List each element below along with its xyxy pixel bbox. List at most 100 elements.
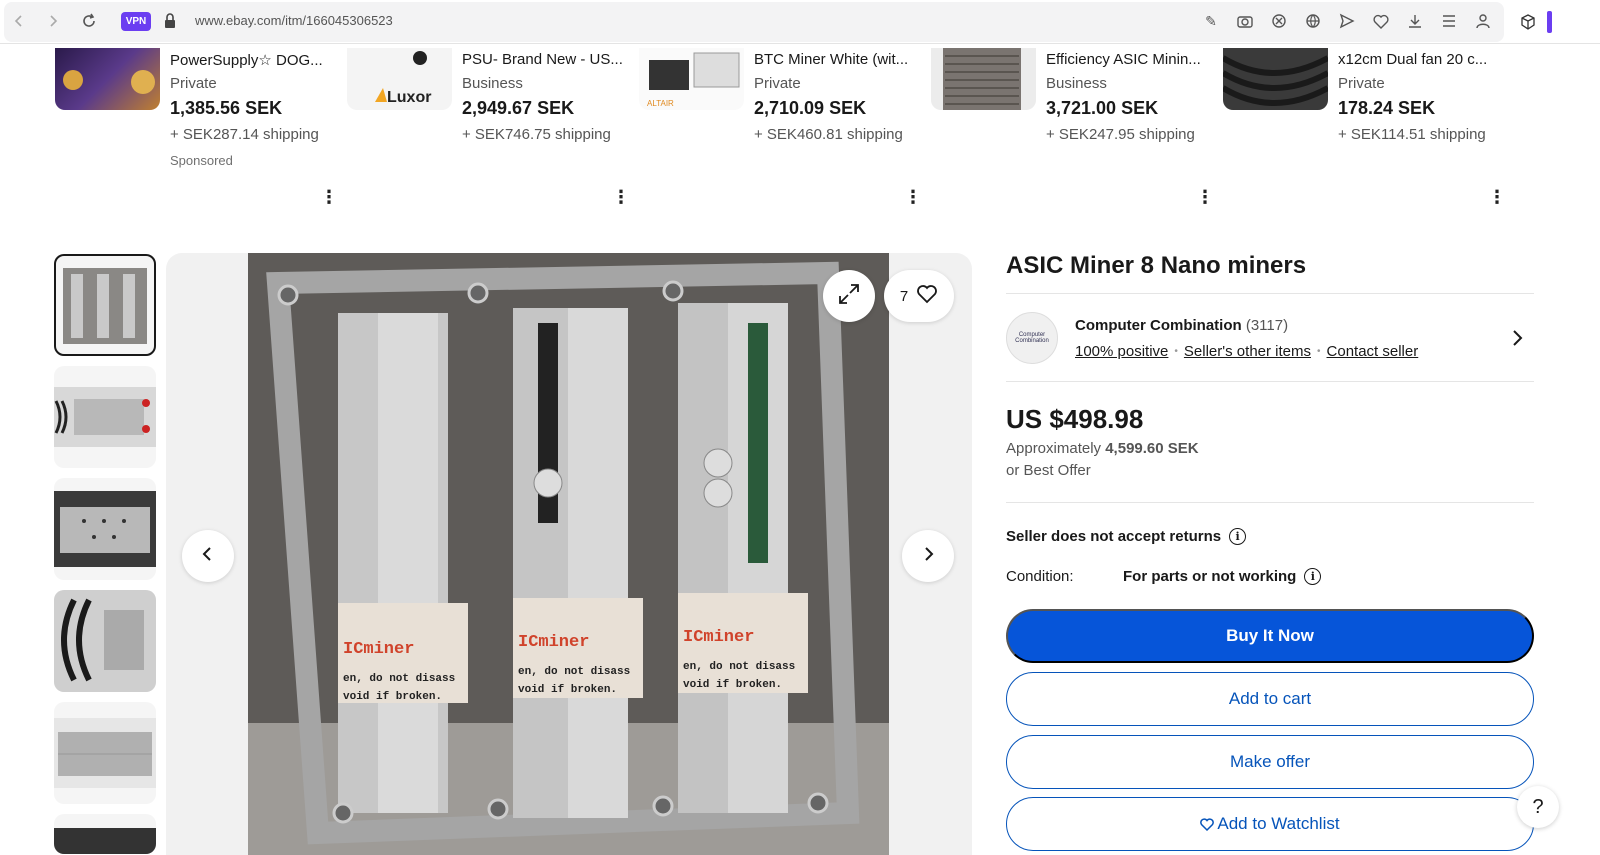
seller-info[interactable]: Computer Combination (3117) [1075,317,1288,334]
main-image-viewer: ICminer en, do not disass void if broken… [166,253,972,855]
add-to-watchlist-button[interactable]: Add to Watchlist [1006,797,1534,851]
more-options-icon[interactable]: ⋮ [903,187,923,208]
approx-value: 4,599.60 SEK [1105,440,1199,457]
expand-image-button[interactable] [823,270,875,322]
next-image-button[interactable] [902,530,954,582]
address-bar-url[interactable]: www.ebay.com/itm/166045306523 [195,13,393,28]
seller-feedback-count: (3117) [1245,317,1289,334]
carousel-item-shipping: + SEK287.14 shipping [170,126,319,143]
altair-logo-text: ALTAIR [647,99,674,108]
label-warning-text: en, do not disass [683,661,795,673]
carousel-item-seller-type: Private [170,75,217,92]
carousel-item-price: 178.24 SEK [1338,98,1436,118]
carousel-item-title[interactable]: x12cm Dual fan 20 c... [1338,51,1508,68]
approx-label: Approximately [1006,440,1102,457]
edit-icon[interactable]: ✎ [1202,10,1220,32]
more-options-icon[interactable]: ⋮ [319,187,339,208]
seller-name[interactable]: Computer Combination [1075,317,1242,334]
carousel-item[interactable]: Luxor PSU- Brand New - US... Business 2,… [347,44,637,214]
send-icon[interactable] [1338,10,1356,32]
more-options-icon[interactable]: ⋮ [1195,187,1215,208]
condition-label: Condition: [1006,568,1074,585]
carousel-item-title[interactable]: PSU- Brand New - US... [462,51,632,68]
profile-icon[interactable] [1474,10,1492,32]
miner-label: ICminer en, do not disass void if broken… [678,593,808,693]
back-icon[interactable] [9,11,29,31]
carousel-item-seller-type: Business [462,75,523,92]
lock-icon[interactable] [163,12,177,30]
previous-image-button[interactable] [182,530,234,582]
watchers-button[interactable]: 7 [884,270,954,322]
returns-policy: Seller does not accept returns i [1006,528,1247,545]
carousel-item-title[interactable]: Efficiency ASIC Minin... [1046,51,1216,68]
carousel-thumbnail[interactable] [1223,48,1328,110]
condition-value: For parts or not working i [1123,568,1322,585]
forward-icon[interactable] [43,11,63,31]
returns-text: Seller does not accept returns [1006,528,1222,545]
seller-avatar[interactable]: Computer Combination [1006,312,1058,364]
thumbnail-image[interactable] [54,814,156,854]
more-options-icon[interactable]: ⋮ [1487,187,1507,208]
luxor-logo-text: Luxor [387,89,431,106]
carousel-thumbnail[interactable]: Luxor [347,48,452,110]
carousel-thumbnail[interactable] [931,48,1036,110]
reload-icon[interactable] [79,11,99,31]
carousel-item[interactable]: Efficiency ASIC Minin... Business 3,721.… [931,44,1221,214]
info-icon[interactable]: i [1304,568,1322,585]
carousel-item[interactable]: ALTAIR BTC Miner White (wit... Private 2… [639,44,929,214]
sellers-other-items-link[interactable]: Seller's other items [1184,343,1311,360]
carousel-item-shipping: + SEK114.51 shipping [1338,126,1486,143]
make-offer-button[interactable]: Make offer [1006,735,1534,789]
sidebar-extension[interactable] [1547,10,1585,34]
separator-dot: • [1317,346,1321,357]
carousel-item-price: 1,385.56 SEK [170,98,283,118]
watchlist-label: Add to Watchlist [1217,814,1340,833]
item-title: ASIC Miner 8 Nano miners [1006,252,1307,279]
carousel-item-shipping: + SEK460.81 shipping [754,126,903,143]
carousel-item-title[interactable]: PowerSupply☆ DOG... [170,51,340,69]
download-icon[interactable] [1406,10,1424,32]
buy-it-now-button[interactable]: Buy It Now [1006,609,1534,663]
translate-icon[interactable] [1304,10,1322,32]
label-brand-text: ICminer [343,640,414,659]
heart-outline-icon [916,284,938,308]
chevron-right-icon[interactable] [1506,327,1528,349]
block-icon[interactable] [1270,10,1288,32]
vpn-badge[interactable]: VPN [121,12,151,31]
label-void-text: void if broken. [683,679,782,691]
heart-icon [1200,817,1215,831]
thumbnail-image[interactable] [54,366,156,468]
sponsored-label: Sponsored [170,153,233,168]
positive-feedback-link[interactable]: 100% positive [1075,343,1168,360]
seller-links: 100% positive • Seller's other items • C… [1075,343,1418,360]
divider [1006,293,1534,294]
thumbnail-image[interactable] [54,254,156,356]
add-to-cart-button[interactable]: Add to cart [1006,672,1534,726]
carousel-thumbnail[interactable]: ALTAIR [639,48,744,110]
carousel-item-shipping: + SEK746.75 shipping [462,126,611,143]
carousel-item-title[interactable]: BTC Miner White (wit... [754,51,924,68]
heart-icon[interactable] [1372,10,1390,32]
browser-tools: ✎ [1202,10,1492,32]
miner-label: ICminer en, do not disass void if broken… [338,603,468,703]
thumbnail-image[interactable] [54,478,156,580]
approx-price: Approximately 4,599.60 SEK [1006,440,1199,457]
divider [1006,381,1534,382]
thumbnail-image[interactable] [54,590,156,692]
carousel-item-seller-type: Private [754,75,801,92]
menu-icon[interactable] [1440,10,1458,32]
help-button[interactable]: ? [1517,786,1559,828]
browser-toolbar: VPN www.ebay.com/itm/166045306523 ✎ [0,0,1600,44]
more-options-icon[interactable]: ⋮ [611,187,631,208]
main-product-photo[interactable]: ICminer en, do not disass void if broken… [248,253,889,855]
thumbnail-image[interactable] [54,702,156,804]
carousel-item[interactable]: PowerSupply☆ DOG... Private 1,385.56 SEK… [55,44,345,214]
carousel-item-price: 3,721.00 SEK [1046,98,1159,118]
carousel-thumbnail[interactable] [55,48,160,110]
watcher-count: 7 [899,287,909,305]
camera-icon[interactable] [1236,10,1254,32]
contact-seller-link[interactable]: Contact seller [1327,343,1419,360]
extensions-icon[interactable] [1518,11,1538,33]
carousel-item[interactable]: x12cm Dual fan 20 c... Private 178.24 SE… [1223,44,1513,214]
info-icon[interactable]: i [1229,528,1247,545]
